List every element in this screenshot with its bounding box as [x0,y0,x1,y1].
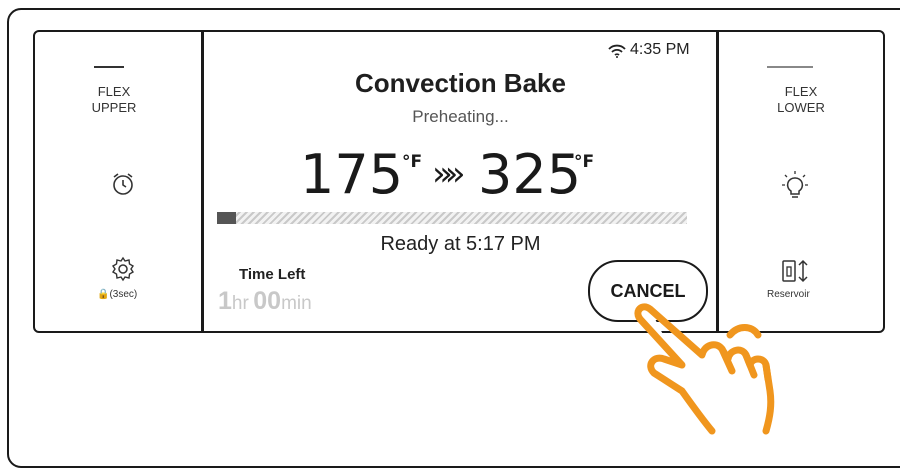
target-temperature-unit: °F [574,152,595,172]
lock-caption: 🔒(3sec) [97,289,138,300]
right-control-column: FLEX LOWER Reservoir [719,30,883,333]
left-divider [201,30,204,333]
light-bulb-icon[interactable] [780,170,810,202]
flex-upper-indicator [94,66,124,68]
time-left-label: Time Left [239,266,306,283]
flex-upper-button[interactable]: FLEX UPPER [27,84,201,116]
time-left-minutes-unit: min [281,293,312,314]
flex-lower-indicator [767,66,813,68]
flex-lower-button[interactable]: FLEX LOWER [719,84,883,116]
gear-icon[interactable] [110,256,136,282]
current-temperature: 175 [300,143,404,206]
wifi-icon [608,44,626,58]
ready-time: Ready at 5:17 PM [380,233,541,255]
preheat-status: Preheating... [412,107,509,126]
current-temperature-unit: °F [402,152,423,172]
cook-mode-title: Convection Bake [355,68,566,98]
time-left-minutes: 00 [253,287,282,315]
temperature-arrows-icon: »» [432,154,465,194]
clock-time: 4:35 PM [630,41,690,58]
preheat-progress-bar [217,212,687,224]
pointing-hand-icon [634,303,775,435]
time-left-hours: 1 [218,287,232,315]
left-control-column: FLEX UPPER 🔒(3sec) [35,30,201,333]
target-temperature[interactable]: 325 [478,140,581,210]
alarm-clock-icon[interactable] [109,170,137,198]
preheat-progress-fill [217,212,236,224]
time-left-value[interactable]: 1hr 00min [218,287,312,316]
reservoir-icon[interactable] [781,258,813,284]
time-left-hours-unit: hr [231,293,249,314]
